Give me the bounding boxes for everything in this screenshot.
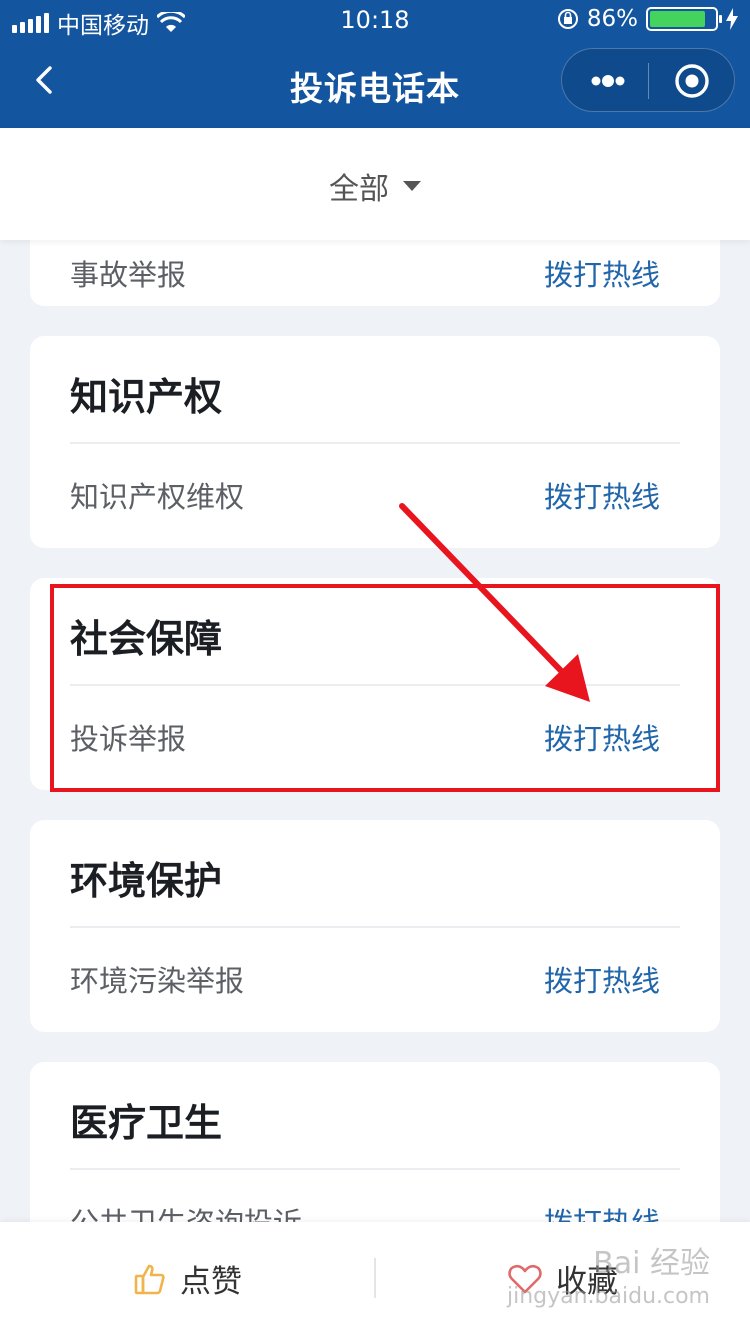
hotline-item-label: 事故举报 xyxy=(70,258,187,292)
call-hotline-link[interactable]: 拨打热线 xyxy=(544,1200,660,1222)
bottom-divider xyxy=(374,1258,376,1298)
call-hotline-link[interactable]: 拨打热线 xyxy=(544,252,660,294)
card-divider xyxy=(70,926,680,928)
hotline-list[interactable]: 事故举报 拨打热线 知识产权 知识产权维权 拨打热线 社会保障 投诉举报 拨打热… xyxy=(0,240,750,1222)
more-icon[interactable] xyxy=(590,69,626,93)
hotline-card: 环境保护 环境污染举报 拨打热线 xyxy=(30,820,720,1032)
card-divider xyxy=(70,442,680,444)
filter-label: 全部 xyxy=(329,172,389,207)
charging-icon xyxy=(726,8,738,30)
close-miniprogram-icon[interactable] xyxy=(674,63,710,99)
call-hotline-link[interactable]: 拨打热线 xyxy=(544,474,660,516)
hotline-item-label: 公共卫生咨询投诉 xyxy=(70,1200,302,1222)
hotline-item-label: 环境污染举报 xyxy=(70,964,245,998)
call-hotline-link[interactable]: 拨打热线 xyxy=(544,958,660,1000)
category-filter[interactable]: 全部 xyxy=(0,164,750,208)
caret-down-icon xyxy=(403,181,421,191)
capsule-divider xyxy=(648,63,649,99)
like-button[interactable]: 点赞 xyxy=(134,1256,242,1301)
miniprogram-capsule xyxy=(561,48,735,112)
hotline-card: 事故举报 拨打热线 xyxy=(30,240,720,306)
annotation-highlight-box xyxy=(50,584,720,792)
nav-bar: 投诉电话本 xyxy=(0,40,750,128)
bottom-bar: 点赞 收藏 Bai 经验 jingyan.baidu.com xyxy=(0,1222,750,1334)
like-label: 点赞 xyxy=(180,1264,242,1300)
status-bar: 中国移动 10:18 86% xyxy=(0,0,750,40)
card-divider xyxy=(70,1168,680,1170)
card-title: 环境保护 xyxy=(70,859,223,903)
watermark-title: Bai 经验 xyxy=(593,1246,710,1281)
filter-bar: 全部 xyxy=(0,128,750,240)
battery-fill xyxy=(650,11,706,27)
orientation-lock-icon xyxy=(557,9,578,29)
card-title: 医疗卫生 xyxy=(70,1101,223,1145)
watermark-url: jingyan.baidu.com xyxy=(506,1284,710,1309)
card-title: 知识产权 xyxy=(70,375,223,419)
top-bar: 中国移动 10:18 86% 投诉电话本 xyxy=(0,0,750,128)
hotline-item-label: 知识产权维权 xyxy=(70,480,245,514)
battery-percent: 86% xyxy=(586,6,638,32)
battery-icon xyxy=(646,7,722,31)
baidu-jingyan-watermark: Bai 经验 jingyan.baidu.com xyxy=(507,1244,710,1312)
status-right: 86% xyxy=(557,6,738,32)
hotline-card: 医疗卫生 公共卫生咨询投诉 拨打热线 xyxy=(30,1062,720,1222)
thumbs-up-icon xyxy=(134,1264,165,1294)
hotline-card: 知识产权 知识产权维权 拨打热线 xyxy=(30,336,720,548)
